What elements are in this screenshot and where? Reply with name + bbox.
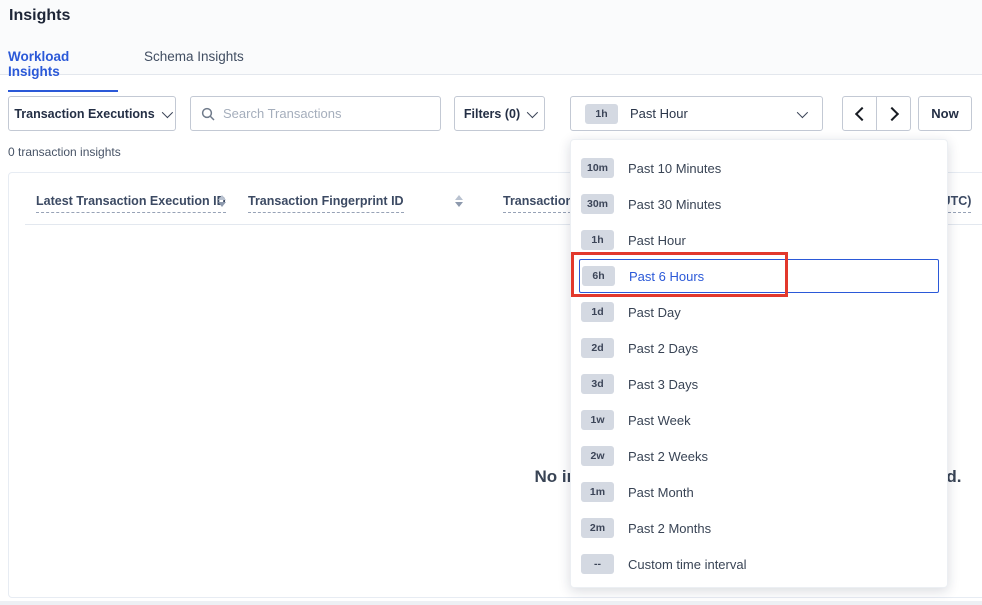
menu-item-past-2-weeks[interactable]: 2w Past 2 Weeks: [571, 438, 947, 474]
interval-badge: 3d: [581, 374, 614, 394]
time-interval-selector[interactable]: 1h Past Hour: [570, 96, 823, 131]
interval-label: Past Hour: [628, 233, 686, 248]
chevron-right-icon: [884, 106, 898, 120]
interval-label: Past 3 Days: [628, 377, 698, 392]
insights-count: 0 transaction insights: [8, 145, 121, 159]
interval-label: Past 2 Months: [628, 521, 711, 536]
tab-workload-insights[interactable]: Workload Insights: [8, 49, 118, 92]
chevron-down-icon: [797, 107, 808, 118]
menu-item-past-month[interactable]: 1m Past Month: [571, 474, 947, 510]
time-interval-dropdown-menu: 10m Past 10 Minutes 30m Past 30 Minutes 1h Pa…: [570, 139, 948, 588]
interval-label: Past 2 Days: [628, 341, 698, 356]
next-interval-button[interactable]: [876, 96, 911, 131]
interval-badge: 2d: [581, 338, 614, 358]
chevron-left-icon: [854, 106, 868, 120]
interval-label: Past Week: [628, 413, 691, 428]
column-header-transaction-fingerprint-id[interactable]: Transaction Fingerprint ID: [248, 194, 404, 208]
interval-badge: 10m: [581, 158, 614, 178]
interval-badge: --: [581, 554, 614, 574]
interval-badge: 1m: [581, 482, 614, 502]
interval-label: Custom time interval: [628, 557, 746, 572]
menu-item-past-3-days[interactable]: 3d Past 3 Days: [571, 366, 947, 402]
sort-asc-icon: [218, 195, 226, 200]
search-input[interactable]: [223, 106, 430, 121]
now-label: Now: [931, 106, 958, 121]
interval-badge: 30m: [581, 194, 614, 214]
search-icon: [201, 107, 215, 121]
page-title: Insights: [9, 7, 70, 25]
menu-item-past-2-days[interactable]: 2d Past 2 Days: [571, 330, 947, 366]
menu-item-past-6-hours[interactable]: 6h Past 6 Hours: [579, 259, 939, 293]
search-box[interactable]: [190, 96, 441, 131]
interval-label: Past Day: [628, 305, 681, 320]
tab-schema-insights[interactable]: Schema Insights: [144, 49, 244, 75]
sort-asc-icon: [455, 195, 463, 200]
interval-label: Past Month: [628, 485, 694, 500]
filters-label: Filters (0): [464, 107, 520, 121]
interval-label: Past 10 Minutes: [628, 161, 721, 176]
menu-item-past-day[interactable]: 1d Past Day: [571, 294, 947, 330]
interval-badge: 6h: [582, 266, 615, 286]
time-interval-label: Past Hour: [630, 106, 688, 121]
chevron-down-icon: [161, 106, 172, 117]
time-nav-group: [842, 96, 911, 131]
sort-icon[interactable]: [455, 195, 463, 207]
time-interval-badge: 1h: [585, 104, 618, 124]
interval-label: Past 30 Minutes: [628, 197, 721, 212]
menu-item-past-week[interactable]: 1w Past Week: [571, 402, 947, 438]
interval-badge: 1h: [581, 230, 614, 250]
sort-icon[interactable]: [218, 195, 226, 207]
chevron-down-icon: [527, 106, 538, 117]
sort-desc-icon: [455, 202, 463, 207]
view-selector-label: Transaction Executions: [14, 107, 154, 121]
sort-desc-icon: [218, 202, 226, 207]
page-bottom-edge: [0, 601, 982, 605]
column-header-latest-transaction-execution-id[interactable]: Latest Transaction Execution ID: [36, 194, 226, 208]
filters-button[interactable]: Filters (0): [454, 96, 545, 131]
interval-badge: 1w: [581, 410, 614, 430]
interval-label: Past 2 Weeks: [628, 449, 708, 464]
menu-item-custom-time-interval[interactable]: -- Custom time interval: [571, 546, 947, 582]
interval-label: Past 6 Hours: [629, 269, 704, 284]
previous-interval-button[interactable]: [842, 96, 877, 131]
menu-item-past-hour[interactable]: 1h Past Hour: [571, 222, 947, 258]
menu-item-past-10-minutes[interactable]: 10m Past 10 Minutes: [571, 150, 947, 186]
interval-badge: 1d: [581, 302, 614, 322]
interval-badge: 2w: [581, 446, 614, 466]
menu-item-past-30-minutes[interactable]: 30m Past 30 Minutes: [571, 186, 947, 222]
view-selector-button[interactable]: Transaction Executions: [8, 96, 176, 131]
page-header: Insights Workload Insights Schema Insigh…: [0, 0, 982, 75]
insights-page: Insights Workload Insights Schema Insigh…: [0, 0, 982, 605]
menu-item-past-2-months[interactable]: 2m Past 2 Months: [571, 510, 947, 546]
interval-badge: 2m: [581, 518, 614, 538]
now-button[interactable]: Now: [918, 96, 972, 131]
